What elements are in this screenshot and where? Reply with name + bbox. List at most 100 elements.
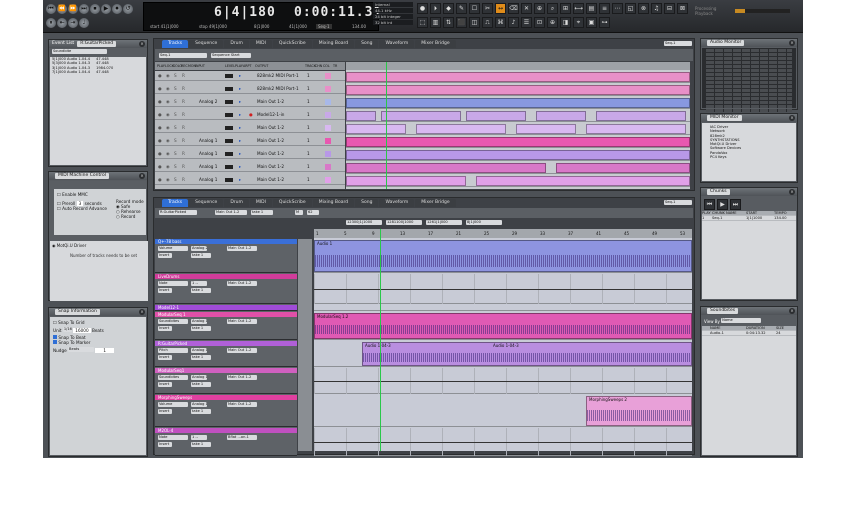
track-toggle[interactable]: ◉ xyxy=(166,97,170,107)
track-take[interactable]: take 1 xyxy=(191,382,211,387)
lower-seq-menu[interactable]: Seq-1 xyxy=(664,200,692,205)
track-take[interactable]: take 1 xyxy=(191,253,211,258)
seq-name-field[interactable]: Seq-1 xyxy=(159,53,207,58)
track-row[interactable]: ● ◉ S R Analog 1 ▸ Main Out 1-2 1 xyxy=(155,149,345,159)
enable-mmc-checkbox[interactable]: ☐ Enable MMC xyxy=(57,192,143,197)
track-output[interactable]: Main Out 1-2 xyxy=(257,123,284,133)
track-toggle[interactable]: ◉ xyxy=(166,136,170,146)
audio-clip[interactable]: Audio 1 xyxy=(314,240,692,272)
region[interactable] xyxy=(346,98,690,108)
play-icon[interactable]: ▸ xyxy=(239,84,241,94)
tab-drum[interactable]: Drum xyxy=(224,199,249,207)
tool-button[interactable]: ≡ xyxy=(599,3,610,14)
track-toggle[interactable]: S xyxy=(174,71,177,81)
transport-button[interactable]: ⏮ xyxy=(46,4,56,14)
track-row[interactable]: ● ◉ S R Analog 1 ▸ Main Out 1-2 1 xyxy=(155,136,345,146)
region[interactable] xyxy=(586,124,686,134)
counter-field[interactable]: 62 xyxy=(307,210,319,215)
tool-button[interactable]: ⊕ xyxy=(534,3,545,14)
track-mode[interactable]: Insert xyxy=(158,288,172,293)
track-input[interactable]: Analog 1 xyxy=(199,149,217,159)
track-mode[interactable]: Insert xyxy=(158,409,172,414)
nudge-unit-select[interactable]: Beats xyxy=(68,347,95,352)
track-take[interactable]: take 1 xyxy=(191,409,211,414)
tool-button[interactable]: ⬚ xyxy=(417,17,428,28)
tool-button[interactable]: ⊗ xyxy=(638,3,649,14)
sync-field[interactable]: 44.1 kHz xyxy=(373,8,413,13)
track-in[interactable]: 1 -- xyxy=(191,435,207,440)
track-out[interactable]: Main Out 1-2 xyxy=(227,402,257,407)
track-in[interactable]: Analog 2 xyxy=(191,246,207,251)
snap-grid-checkbox[interactable]: ☐ Snap To Grid xyxy=(53,320,143,325)
tab-mixing-board[interactable]: Mixing Board xyxy=(312,40,355,48)
track-out[interactable]: Main Out 1-2 xyxy=(227,319,257,324)
tab-midi[interactable]: MIDI xyxy=(249,40,272,48)
tab-waveform[interactable]: Waveform xyxy=(379,199,415,207)
transport-button[interactable]: ⇥ xyxy=(68,17,78,28)
close-icon[interactable]: × xyxy=(139,41,145,47)
track-ctl[interactable]: Volume xyxy=(158,402,188,407)
track-row[interactable]: ● ◉ S R Analog 2 ▸ Main Out 1-2 1 xyxy=(155,97,345,107)
track-in[interactable]: Analog 1 xyxy=(191,402,207,407)
tool-button[interactable]: ⟷ xyxy=(573,3,584,14)
tool-button[interactable]: ⌕ xyxy=(547,3,558,14)
track-in[interactable]: Analog 1 xyxy=(191,375,207,380)
sequence-track[interactable]: ModularSeq 1 Soundbites Analog 1 Main Out 1… xyxy=(155,312,297,340)
tab-midi[interactable]: MIDI xyxy=(249,199,272,207)
transport-button[interactable]: ♩ xyxy=(79,17,89,28)
track-ctl[interactable]: Volume xyxy=(158,246,188,251)
tab-mixer-bridge[interactable]: Mixer Bridge xyxy=(415,199,456,207)
region[interactable] xyxy=(596,111,686,121)
track-take[interactable]: take 1 xyxy=(191,442,211,447)
transport-button[interactable]: ⏪ xyxy=(57,4,67,14)
track-output[interactable]: 828mk2 MIDI Port-1 xyxy=(257,84,299,94)
soundbite-row[interactable]: Audio-1 0:04:13.32 24 xyxy=(702,331,788,336)
len-value[interactable]: 8|1|000 xyxy=(254,24,269,29)
track-row[interactable]: ● ◉ S R ▸ ● Model12-1-in 1 xyxy=(155,110,345,120)
event-list-mode[interactable]: Soundbite xyxy=(52,49,107,54)
start-value[interactable]: 41|1|000 xyxy=(161,24,179,29)
track-row[interactable]: ● ◉ S R ▸ Main Out 1-2 1 xyxy=(155,123,345,133)
track-toggle[interactable]: ◉ xyxy=(166,71,170,81)
tab-song[interactable]: Song xyxy=(355,40,379,48)
close-icon[interactable]: × xyxy=(789,308,795,314)
tool-button[interactable]: ⏵ xyxy=(430,3,441,14)
tool-button[interactable]: ☰ xyxy=(521,17,532,28)
play-icon[interactable]: ▸ xyxy=(239,162,241,172)
position-field[interactable]: 1261|1|000 xyxy=(426,220,462,225)
close-icon[interactable]: × xyxy=(139,173,145,179)
track-name[interactable]: Q+-78 bass xyxy=(155,239,297,244)
track-toggle[interactable]: R xyxy=(182,97,185,107)
tool-button[interactable]: ◱ xyxy=(625,3,636,14)
mmc-driver[interactable]: ◉ MotQi.U Driver xyxy=(52,243,146,248)
midi-device[interactable]: PC4 Keys xyxy=(708,155,796,159)
tab-sequence[interactable]: Sequence xyxy=(189,199,224,207)
tab-mixing-board[interactable]: Mixing Board xyxy=(312,199,355,207)
track-mode[interactable]: Insert xyxy=(158,253,172,258)
track-toggle[interactable]: S xyxy=(174,84,177,94)
track-name[interactable]: R:GuitarPicked xyxy=(155,341,297,346)
chunk-forward-icon[interactable]: ⏭ xyxy=(730,199,741,210)
tool-button[interactable]: ⊶ xyxy=(599,17,610,28)
track-toggle[interactable]: ● xyxy=(158,110,162,120)
tool-button[interactable]: ⋯ xyxy=(612,3,623,14)
tool-button[interactable]: ⎍ xyxy=(482,17,493,28)
track-mode[interactable]: Insert xyxy=(158,355,172,360)
track-take[interactable]: take 1 xyxy=(191,355,211,360)
audio-clip[interactable]: MorphingSweeps 2 xyxy=(586,396,692,426)
track-toggle[interactable]: ● xyxy=(158,84,162,94)
tool-button[interactable]: ⇅ xyxy=(443,17,454,28)
play-icon[interactable]: ▸ xyxy=(239,149,241,159)
sequence-track[interactable]: LiveDrums Note 1 -- Main Out 1-2 Insert take … xyxy=(155,274,297,304)
region[interactable] xyxy=(556,163,690,173)
tool-button[interactable]: ▤ xyxy=(586,3,597,14)
mmc-title[interactable]: MIDI Machine Control xyxy=(55,173,109,179)
transport-button[interactable]: ⏸ xyxy=(46,17,56,28)
upper-seq-menu[interactable]: Seq-1 xyxy=(664,41,692,46)
out-value[interactable]: 41|1|000 xyxy=(289,24,307,29)
midi-monitor-title[interactable]: MIDI Monitor xyxy=(707,115,742,121)
tool-button[interactable]: ⊠ xyxy=(677,3,688,14)
head-track-name[interactable]: R:GuitarPicked xyxy=(159,210,197,215)
transport-button[interactable]: ▶ xyxy=(101,4,111,14)
region[interactable] xyxy=(346,72,690,82)
